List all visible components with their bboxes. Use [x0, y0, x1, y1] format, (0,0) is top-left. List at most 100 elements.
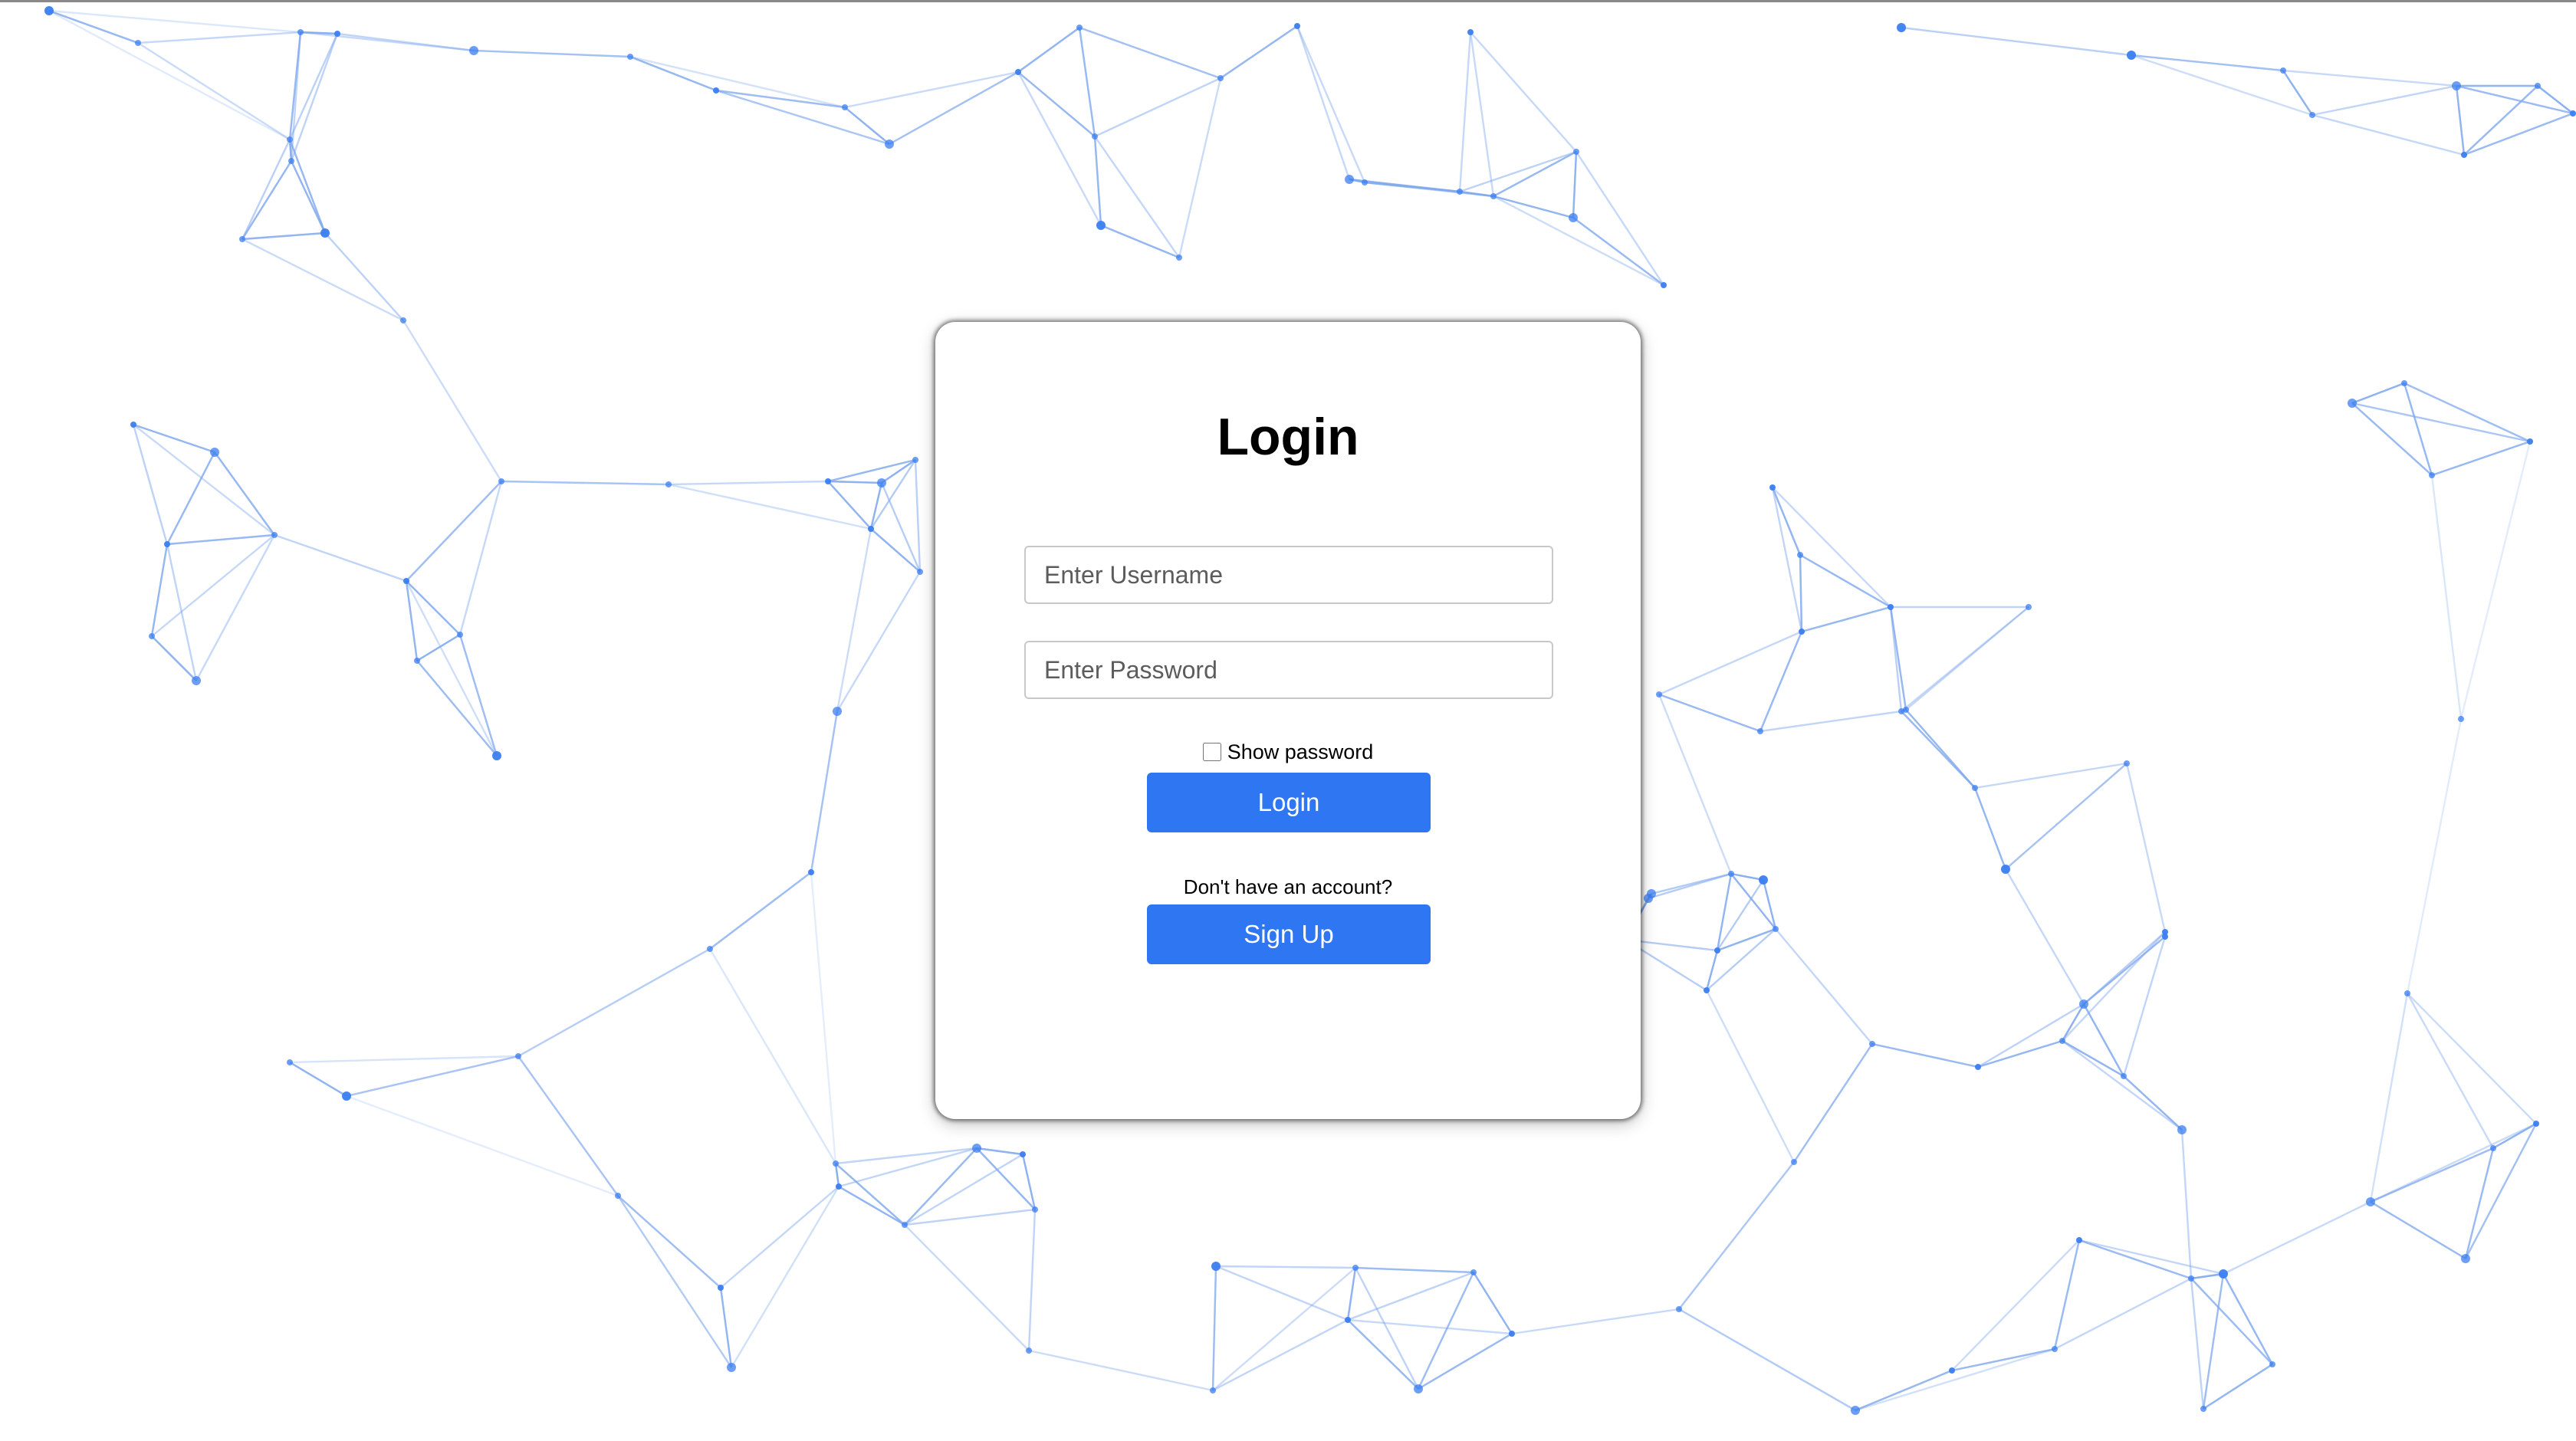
network-link — [1017, 27, 1080, 73]
username-input[interactable] — [1024, 546, 1553, 604]
network-link — [904, 1147, 978, 1226]
network-node — [1092, 133, 1098, 140]
network-node — [1757, 728, 1763, 734]
network-node — [1869, 1041, 1875, 1047]
network-link — [1901, 606, 2029, 712]
network-link — [708, 948, 837, 1164]
network-link — [1021, 1154, 1037, 1210]
network-link — [730, 1186, 840, 1368]
network-node — [2001, 865, 2010, 874]
network-link — [2407, 993, 2537, 1124]
network-link — [1296, 25, 1351, 180]
network-link — [869, 459, 917, 530]
network-node — [707, 946, 713, 952]
network-node — [1026, 1347, 1032, 1354]
network-node — [877, 478, 886, 487]
network-link — [1347, 1319, 1419, 1390]
network-link — [1078, 27, 1096, 137]
network-node — [972, 1144, 981, 1153]
network-link — [1648, 872, 1732, 900]
network-link — [715, 89, 890, 146]
network-node — [1015, 69, 1021, 75]
network-link — [1472, 1272, 1513, 1334]
show-password-checkbox[interactable] — [1202, 743, 1221, 761]
network-link — [150, 543, 169, 637]
network-link — [2122, 936, 2167, 1077]
network-link — [1458, 31, 1472, 192]
network-node — [320, 228, 330, 238]
network-node — [1176, 254, 1182, 261]
network-node — [2533, 1121, 2539, 1127]
network-link — [914, 459, 922, 573]
network-link — [501, 480, 669, 486]
network-node — [1509, 1331, 1515, 1337]
network-link — [133, 423, 215, 454]
network-link — [1760, 710, 1902, 733]
network-node — [2026, 604, 2032, 610]
network-node — [833, 707, 842, 716]
network-node — [868, 526, 874, 532]
network-node — [1797, 552, 1803, 558]
network-link — [1855, 1369, 1953, 1412]
network-node — [2188, 1275, 2194, 1282]
network-link — [1572, 151, 1578, 218]
network-node — [1217, 75, 1224, 81]
network-link — [668, 480, 829, 486]
network-node — [1096, 221, 1106, 230]
network-link — [518, 1055, 619, 1196]
network-link — [668, 483, 872, 530]
network-link — [300, 31, 475, 52]
network-link — [2464, 1147, 2495, 1259]
network-node — [2570, 110, 2576, 117]
network-link — [518, 947, 711, 1058]
network-link — [2370, 1200, 2466, 1260]
network-node — [1573, 149, 1579, 155]
network-node — [1352, 1265, 1359, 1271]
network-node — [727, 1363, 736, 1372]
password-input[interactable] — [1024, 641, 1553, 699]
network-node — [2366, 1197, 2375, 1206]
network-link — [1792, 1043, 1874, 1163]
network-link — [2403, 382, 2433, 476]
network-link — [2083, 936, 2166, 1005]
network-link — [1093, 136, 1102, 226]
network-node — [917, 569, 923, 575]
network-link — [48, 9, 139, 44]
network-node — [1799, 629, 1805, 635]
network-link — [810, 711, 839, 873]
network-link — [2053, 1239, 2081, 1350]
network-link — [2223, 1200, 2371, 1275]
network-link — [1678, 1308, 1856, 1412]
network-node — [149, 633, 155, 639]
network-link — [827, 480, 882, 484]
network-link — [2078, 1239, 2192, 1280]
network-link — [1901, 711, 1976, 789]
network-link — [1212, 1267, 1356, 1391]
network-node — [2461, 1254, 2470, 1263]
network-node — [210, 448, 219, 457]
network-link — [2406, 718, 2463, 994]
network-link — [137, 41, 291, 141]
network-node — [2348, 399, 2357, 408]
network-link — [2430, 474, 2463, 720]
network-link — [324, 232, 404, 321]
network-node — [44, 6, 54, 15]
network-node — [1294, 23, 1300, 29]
network-node — [1714, 947, 1720, 954]
network-node — [1470, 1269, 1477, 1275]
signup-button[interactable]: Sign Up — [1147, 904, 1431, 964]
network-link — [1469, 31, 1495, 197]
network-node — [2527, 438, 2533, 445]
network-link — [838, 1185, 905, 1226]
network-link — [2312, 84, 2457, 117]
login-button[interactable]: Login — [1147, 773, 1431, 832]
network-link — [289, 1055, 519, 1064]
network-link — [289, 1061, 347, 1098]
network-node — [1644, 894, 1653, 903]
network-node — [2309, 112, 2315, 118]
network-link — [214, 451, 275, 536]
network-link — [1470, 31, 1577, 153]
network-node — [902, 1222, 908, 1228]
network-link — [1717, 927, 1776, 952]
network-link — [2203, 1363, 2273, 1410]
